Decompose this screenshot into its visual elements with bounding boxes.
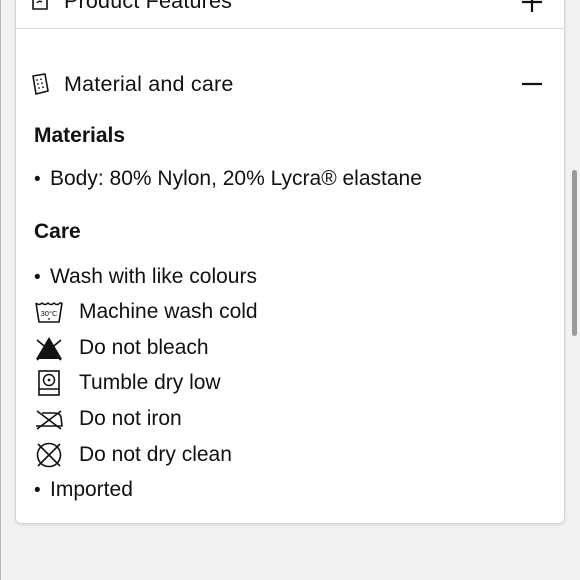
fabric-swatch-icon xyxy=(29,73,51,95)
machine-wash-cold-icon: 30°C xyxy=(34,298,64,326)
care-list-item: Do not iron xyxy=(34,401,554,437)
care-list-item: • Imported xyxy=(34,472,554,508)
plus-icon[interactable] xyxy=(520,0,544,14)
minus-icon[interactable] xyxy=(520,72,544,96)
care-item-text: Do not dry clean xyxy=(79,442,232,466)
do-not-bleach-icon xyxy=(34,334,64,362)
care-item-text: Machine wash cold xyxy=(79,300,258,324)
bullet: • xyxy=(34,480,41,502)
window-edge xyxy=(0,0,1,580)
care-item-text: Tumble dry low xyxy=(79,371,221,395)
product-features-title: Product Features xyxy=(64,0,233,13)
materials-list-item: • Body: 80% Nylon, 20% Lycra® elastane xyxy=(34,161,554,197)
product-features-accordion-header[interactable]: Product Features xyxy=(16,0,564,29)
scrollbar-thumb[interactable] xyxy=(572,170,577,336)
bullet: • xyxy=(34,169,41,190)
do-not-dry-clean-icon xyxy=(34,441,64,469)
tumble-dry-low-icon xyxy=(34,369,64,397)
material-and-care-accordion-header[interactable]: Material and care xyxy=(16,57,564,111)
care-list-item: Do not bleach xyxy=(34,330,554,366)
do-not-iron-icon xyxy=(34,405,64,433)
care-item-text: Imported xyxy=(50,478,133,502)
care-item-text: Do not bleach xyxy=(79,335,209,359)
bullet: • xyxy=(34,266,41,288)
care-list-item: Tumble dry low xyxy=(34,365,554,401)
product-details-card: Product Features Material and care Mater… xyxy=(15,0,565,524)
care-heading: Care xyxy=(34,219,81,243)
care-list-item: Do not dry clean xyxy=(34,437,554,473)
page: Product Features Material and care Mater… xyxy=(0,0,580,580)
material-and-care-panel: Materials • Body: 80% Nylon, 20% Lycra® e… xyxy=(34,121,554,508)
tag-icon xyxy=(29,0,51,13)
materials-item-text: Body: 80% Nylon, 20% Lycra® elastane xyxy=(50,167,422,190)
care-item-text: Wash with like colours xyxy=(50,264,257,288)
care-item-text: Do not iron xyxy=(79,406,182,430)
materials-heading: Materials xyxy=(34,124,126,147)
material-and-care-title: Material and care xyxy=(64,71,234,96)
care-list-item: • Wash with like colours xyxy=(34,259,554,295)
care-list-item: 30°C Machine wash cold xyxy=(34,294,554,330)
wash-temperature-label: 30°C xyxy=(41,309,58,318)
